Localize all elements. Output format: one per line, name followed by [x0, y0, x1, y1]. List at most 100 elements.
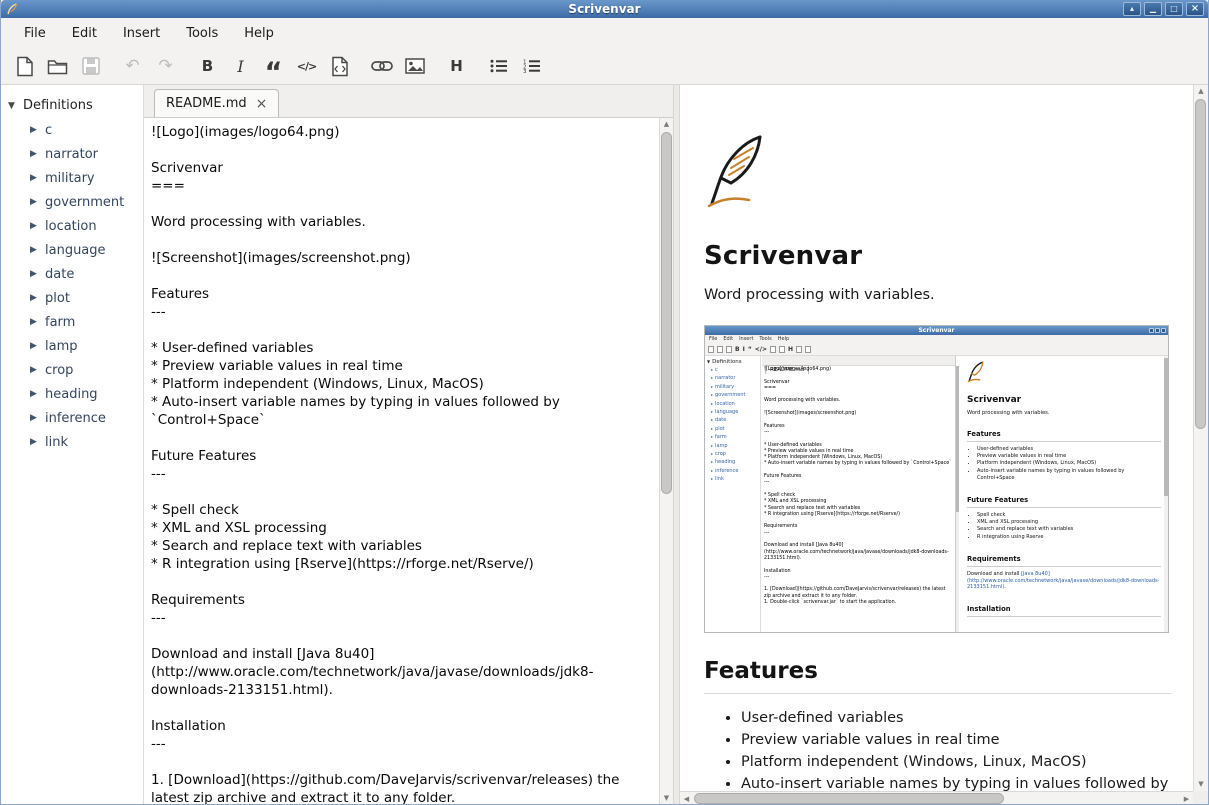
bold-button[interactable]: B [194, 53, 221, 80]
tree-item-farm[interactable]: ▶farm [1, 310, 143, 334]
italic-button[interactable]: I [227, 53, 254, 80]
chevron-right-icon[interactable]: ▶ [30, 245, 45, 255]
link-button[interactable] [368, 53, 395, 80]
tree-item-lamp[interactable]: ▶lamp [1, 334, 143, 358]
code-file-icon [331, 56, 349, 77]
mini-menu-item: Insert [739, 335, 753, 343]
editor-pane: README.md × ![Logo](images/logo64.png) S… [144, 85, 673, 805]
toolbar-separator [110, 66, 119, 67]
feature-item: Preview variable values in real time [741, 729, 1171, 751]
scroll-left-icon[interactable]: ◀ [680, 792, 693, 805]
tabbar: README.md × [144, 85, 673, 118]
open-folder-icon [47, 58, 68, 75]
image-button[interactable] [401, 53, 428, 80]
tree-item-language[interactable]: ▶language [1, 238, 143, 262]
preview-hscrollbar-thumb[interactable] [694, 793, 1004, 804]
chevron-down-icon[interactable]: ▼ [8, 101, 23, 111]
tree-item-heading[interactable]: ▶heading [1, 382, 143, 406]
chevron-right-icon[interactable]: ▶ [30, 173, 45, 183]
blockquote-button[interactable]: “ [260, 53, 287, 80]
tree-item-narrator[interactable]: ▶narrator [1, 142, 143, 166]
tab-readme[interactable]: README.md × [154, 89, 279, 117]
chevron-right-icon[interactable]: ▶ [30, 389, 45, 399]
open-file-button[interactable] [44, 53, 71, 80]
tree-item-label: government [45, 195, 124, 210]
menu-insert[interactable]: Insert [113, 21, 170, 46]
scroll-down-icon[interactable]: ▼ [660, 792, 673, 805]
chevron-right-icon[interactable]: ▶ [30, 317, 45, 327]
bullet-list-button[interactable] [485, 53, 512, 80]
heading-button[interactable]: H [443, 53, 470, 80]
preview-content: Scrivenvar Word processing with variable… [680, 85, 1193, 791]
mini-titlebar: Scrivenvar [705, 326, 1168, 335]
chevron-right-icon[interactable]: ▶ [30, 293, 45, 303]
chevron-right-icon[interactable]: ▶ [30, 413, 45, 423]
app-logo-icon [6, 3, 18, 15]
mini-editor-scrollbar [956, 366, 959, 632]
numbered-list-button[interactable]: 1 2 3 [518, 53, 545, 80]
menu-edit[interactable]: Edit [62, 21, 107, 46]
menu-file[interactable]: File [14, 21, 56, 46]
editor-content[interactable]: ![Logo](images/logo64.png) Scrivenvar ==… [144, 118, 659, 805]
code-block-button[interactable] [326, 53, 353, 80]
chevron-right-icon[interactable]: ▶ [30, 149, 45, 159]
tree-item-crop[interactable]: ▶crop [1, 358, 143, 382]
chevron-right-icon[interactable]: ▶ [30, 197, 45, 207]
tree-item-date[interactable]: ▶date [1, 262, 143, 286]
chevron-right-icon[interactable]: ▶ [30, 341, 45, 351]
close-button[interactable]: × [1186, 2, 1204, 16]
tree-item-inference[interactable]: ▶inference [1, 406, 143, 430]
tree-item-government[interactable]: ▶government [1, 190, 143, 214]
tree-root-definitions[interactable]: ▼ Definitions [1, 93, 143, 118]
tab-label: README.md [166, 96, 247, 111]
logo-quill-image [704, 133, 768, 211]
redo-button[interactable]: ↷ [152, 53, 179, 80]
mini-toolbar: B I “ </> H [705, 343, 1168, 356]
chevron-right-icon[interactable]: ▶ [30, 125, 45, 135]
scroll-down-icon[interactable]: ▼ [1194, 778, 1208, 791]
maximize-button[interactable]: □ [1165, 2, 1183, 16]
preview-horizontal-scrollbar[interactable]: ◀ ▶ [680, 791, 1193, 805]
tree-item-label: language [45, 243, 106, 258]
chevron-right-icon[interactable]: ▶ [30, 437, 45, 447]
tree-item-label: narrator [45, 147, 98, 162]
menu-help[interactable]: Help [234, 21, 284, 46]
tree-item-label: c [45, 123, 52, 138]
editor-vertical-scrollbar[interactable]: ▲ ▼ [659, 118, 673, 805]
chevron-right-icon[interactable]: ▶ [30, 221, 45, 231]
scroll-up-icon[interactable]: ▲ [660, 118, 673, 131]
menu-tools[interactable]: Tools [176, 21, 228, 46]
minimize-button[interactable]: ▁ [1144, 2, 1162, 16]
mini-window-title: Scrivenvar [918, 327, 954, 334]
chevron-right-icon[interactable]: ▶ [30, 365, 45, 375]
preview-title: Scrivenvar [704, 241, 1171, 271]
editor-scrollbar-thumb[interactable] [661, 132, 672, 494]
mini-italic-icon: I [743, 346, 745, 353]
preview-scrollbar-thumb[interactable] [1195, 99, 1206, 429]
mini-sidebar: ▼Definitions ▸c ▸narrator ▸military ▸gov… [705, 356, 761, 632]
pane-splitter[interactable] [673, 85, 680, 805]
mini-editor: README.md ![Logo](images/logo64.png) Scr… [762, 356, 956, 632]
toolbar-separator [476, 66, 485, 67]
shade-button[interactable]: ▴ [1123, 2, 1141, 16]
mini-logo-quill-image [967, 361, 985, 383]
new-file-button[interactable] [11, 53, 38, 80]
toolbar-separator [185, 66, 194, 67]
tab-close-icon[interactable]: × [256, 97, 268, 111]
undo-button[interactable]: ↶ [119, 53, 146, 80]
tree-item-c[interactable]: ▶c [1, 118, 143, 142]
inline-code-button[interactable]: </> [293, 53, 320, 80]
preview-vertical-scrollbar[interactable]: ▲ ▼ [1193, 85, 1208, 791]
tree-item-military[interactable]: ▶military [1, 166, 143, 190]
save-button[interactable] [77, 53, 104, 80]
tree-item-plot[interactable]: ▶plot [1, 286, 143, 310]
tree-item-link[interactable]: ▶link [1, 430, 143, 454]
chevron-right-icon[interactable]: ▶ [30, 269, 45, 279]
scroll-up-icon[interactable]: ▲ [1194, 85, 1208, 98]
titlebar: Scrivenvar ▴ ▁ □ × [1, 0, 1208, 18]
tree-item-label: heading [45, 387, 98, 402]
tree-item-location[interactable]: ▶location [1, 214, 143, 238]
tree-item-label: plot [45, 291, 70, 306]
scroll-right-icon[interactable]: ▶ [1180, 792, 1193, 805]
definitions-sidebar: ▼ Definitions ▶c ▶narrator ▶military ▶go… [1, 85, 144, 805]
